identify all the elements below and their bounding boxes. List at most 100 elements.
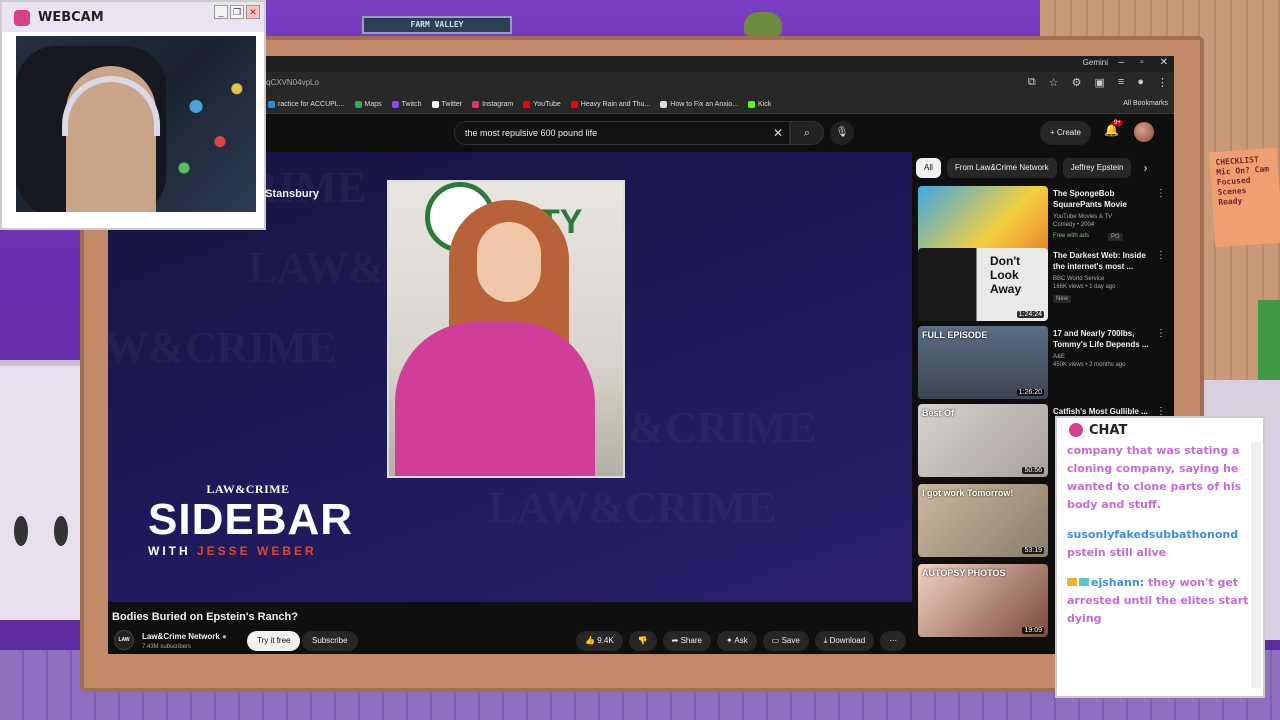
recommended-title[interactable]: 17 and Nearly 700lbs, Tommy's Life Depen… [1053,328,1149,350]
recommended-badge: New [1053,295,1072,303]
restore-icon[interactable]: ❐ [230,5,244,19]
chat-username[interactable]: ejshann: [1091,576,1144,589]
minimize-icon[interactable]: – [1119,57,1125,68]
maximize-icon[interactable]: ▫ [1140,57,1144,68]
recommended-video[interactable]: FULL EPISODE 1:26:20 17 and Nearly 700lbs,… [918,326,1172,402]
recommended-title[interactable]: The SpongeBob SquarePants Movie [1053,188,1149,210]
chat-messages[interactable]: company that was stating a cloning compa… [1067,442,1251,688]
checklist-note: CHECKLIST Mic On? Cam Focused Scenes Rea… [1208,147,1280,248]
video-duration: 1:26:20 [1016,389,1044,396]
profile-icon[interactable]: ● [1137,76,1144,89]
recommended-channel[interactable]: BBC World Service [1053,275,1163,283]
bookmark-item[interactable]: YouTube [523,101,561,108]
bookmark-item[interactable]: ractice for ACCUPL... [268,101,345,108]
thumbs-up-icon: 👍 [585,636,595,645]
bookmark-item[interactable]: Maps [354,101,382,108]
dislike-button[interactable]: 👎 [628,631,657,651]
thumbnail-text: Best Of [922,408,955,418]
filter-chip[interactable]: From Law&Crime Network [946,158,1057,178]
video-thumbnail[interactable]: FULL EPISODE 1:26:20 [918,326,1048,399]
bookmark-item[interactable]: Twitter [431,101,462,108]
chat-titlebar: CHAT [1057,418,1263,442]
more-options-icon[interactable]: ⋮ [1156,188,1166,199]
bookmark-item[interactable]: How to Fix an Anxio... [660,101,738,108]
video-actions: 👍 9.4K 👎 ➦ Share ✦ Ask ▭ Save ⤓ Download… [576,631,907,651]
sub-badge-icon [1079,578,1089,586]
video-thumbnail[interactable]: Don't Look Away 1:24:24 [918,248,1048,321]
search-input[interactable]: the most repulsive 600 pound life ✕ [454,121,790,145]
thumbnail-text: AUTOPSY PHOTOS [922,568,1006,578]
search-icon[interactable]: ⌕ [790,121,824,145]
recommended-channel[interactable]: YouTube Movies & TV [1053,213,1163,221]
bookmark-icon [523,101,531,108]
clear-search-icon[interactable]: ✕ [773,126,783,140]
ask-button[interactable]: ✦ Ask [716,631,757,651]
room-sign: FARM VALLEY [362,16,512,34]
create-button[interactable]: + Create [1040,121,1091,145]
search-query[interactable]: the most repulsive 600 pound life [465,128,597,138]
webcam-feed [16,36,256,212]
filter-chip[interactable]: Jeffrey Epstein [1062,158,1132,178]
youtube-header: the most repulsive 600 pound life ✕ ⌕ 🎙 … [108,114,1174,152]
chevron-right-icon[interactable]: › [1143,161,1147,175]
recommended-title[interactable]: The Darkest Web: Inside the internet's m… [1053,250,1149,272]
bookmark-item[interactable]: Instagram [472,101,513,108]
subscribe-button[interactable]: Subscribe [302,631,358,651]
video-thumbnail[interactable]: I got work Tomorrow! 53:19 [918,484,1048,557]
account-avatar[interactable] [1134,122,1154,142]
video-thumbnail[interactable]: AUTOPSY PHOTOS 19:09 [918,564,1048,637]
mic-icon[interactable]: 🎙 [830,121,854,145]
chat-username[interactable]: susonlyfakedsubbathonond [1067,528,1238,541]
download-button[interactable]: ⤓ Download [814,631,875,651]
video-bg-text: LAW&CRIME [108,322,336,374]
bookmark-icon [268,101,275,108]
install-icon[interactable]: ⧉ [1028,76,1036,89]
save-button[interactable]: ▭ Save [762,631,809,651]
chat-message: company that was stating a cloning compa… [1067,442,1251,514]
video-thumbnail[interactable]: Best Of 50:56 [918,404,1048,477]
filter-chip[interactable]: All [916,158,941,178]
webcam-window: WEBCAM _ ❐ ✕ [0,0,266,230]
plant [1258,300,1280,380]
save-icon: ▭ [771,636,780,645]
try-it-free-button[interactable]: Try it free [247,631,301,651]
webcam-icon [14,10,30,26]
recommended-channel[interactable]: A&E [1053,353,1163,361]
filter-chips: All From Law&Crime Network Jeffrey Epstein… [916,158,1147,178]
thumbnail-text: FULL EPISODE [922,330,988,340]
bookmark-icon [660,101,668,108]
gemini-button[interactable]: Gemini [1083,58,1108,67]
bookmark-item[interactable]: Heavy Rain and Thu... [570,101,650,108]
chat-icon [1069,423,1083,437]
chat-message: ejshann: they won't get arrested until t… [1067,574,1251,628]
menu-icon[interactable]: ⋮ [1157,76,1168,89]
like-button[interactable]: 👍 9.4K [576,631,623,651]
recommended-video[interactable]: Don't Look Away 1:24:24 The Darkest Web: I… [918,248,1172,324]
cast-icon[interactable]: ≡ [1118,76,1124,89]
minimize-icon[interactable]: _ [214,5,228,19]
notification-badge: 9+ [1112,120,1123,126]
channel-avatar[interactable]: LAW CRIME [114,630,134,650]
chat-message: susonlyfakedsubbathonond pstein still ali… [1067,526,1251,562]
thumbnail-text: Don't Look Away [990,254,1022,296]
subscriber-count: 7.43M subscribers [142,644,192,650]
bookmark-item[interactable]: Kick [748,101,771,108]
chat-scrollbar[interactable] [1251,442,1261,688]
frog-decor [744,12,782,36]
recommended-meta: Comedy • 2004 [1053,222,1095,228]
bookmark-star-icon[interactable]: ☆ [1049,76,1059,89]
bookmark-item[interactable]: Twitch [391,101,422,108]
left-cabinet [0,360,90,620]
address-bar[interactable]: qCXVN04vpLo ⧉ ☆ ⚙ ▣ ≡ ● ⋮ [108,72,1174,96]
share-button[interactable]: ➦ Share [662,631,711,651]
url-text[interactable]: qCXVN04vpLo [266,78,319,87]
more-options-icon[interactable]: ⋮ [1156,250,1166,261]
more-options-icon[interactable]: ⋮ [1156,328,1166,339]
channel-name[interactable]: Law&Crime Network ● [142,632,227,641]
extensions-icon[interactable]: ⚙ [1072,76,1082,89]
close-icon[interactable]: ✕ [1160,57,1168,68]
all-bookmarks[interactable]: All Bookmarks [1123,100,1168,107]
media-icon[interactable]: ▣ [1095,76,1105,89]
more-actions-button[interactable]: ⋯ [880,631,907,651]
close-icon[interactable]: ✕ [246,5,260,19]
